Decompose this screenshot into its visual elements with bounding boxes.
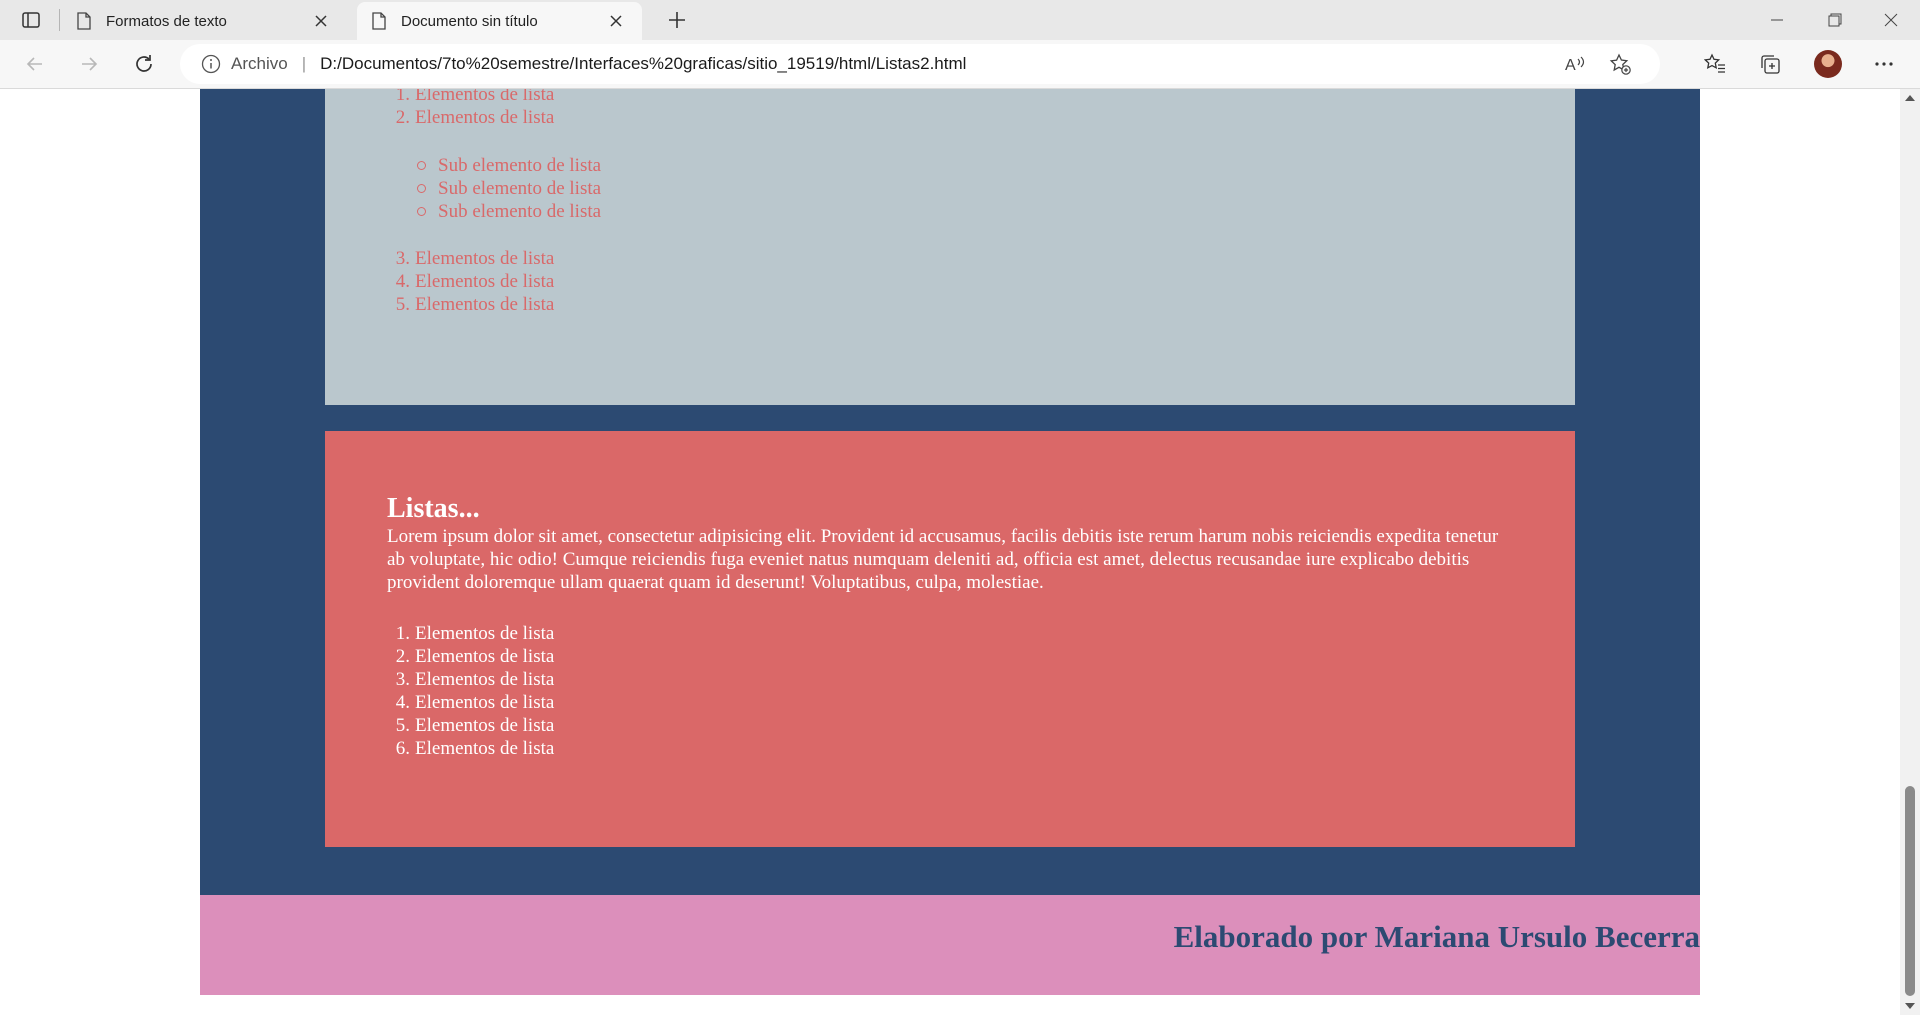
svg-text:A: A: [1565, 57, 1576, 74]
address-divider: |: [301, 54, 307, 73]
info-icon[interactable]: [201, 54, 221, 74]
scrollbar-thumb[interactable]: [1905, 786, 1915, 996]
forward-icon[interactable]: [74, 49, 104, 79]
red-section: Listas... Lorem ipsum dolor sit amet, co…: [325, 431, 1575, 847]
list-item: 5. Elementos de lista: [395, 294, 555, 315]
ordered-list-top: 1. Elementos de lista 2. Elementos de list…: [385, 89, 555, 129]
sub-list-item: Sub elemento de lista: [417, 154, 601, 177]
list-item: 5. Elementos de lista: [395, 715, 555, 736]
collections-icon[interactable]: [1755, 49, 1785, 79]
avatar[interactable]: [1814, 50, 1842, 78]
scroll-down-arrow-icon[interactable]: [1905, 1003, 1915, 1009]
more-icon[interactable]: [1869, 49, 1899, 79]
tab-formatos-de-texto[interactable]: Formatos de texto: [62, 2, 347, 40]
circle-bullet-icon: [417, 161, 426, 170]
sub-list-item: Sub elemento de lista: [417, 177, 601, 200]
ordered-list-bottom: 3. Elementos de lista 4. Elementos de list…: [385, 247, 555, 316]
list-item: 4. Elementos de lista: [395, 271, 555, 292]
ordered-list: 1. Elementos de lista 2. Elementos de list…: [385, 622, 555, 760]
page-icon: [372, 12, 386, 30]
page-viewport: 1. Elementos de lista 2. Elementos de list…: [0, 89, 1900, 1015]
list-item: 1. Elementos de lista: [395, 89, 555, 105]
read-aloud-icon[interactable]: A: [1560, 49, 1590, 79]
address-bar[interactable]: Archivo | D:/Documentos/7to%20semestre/I…: [180, 44, 1660, 84]
plus-icon[interactable]: [664, 8, 690, 32]
list-item: 3. Elementos de lista: [395, 669, 555, 690]
list-item: 4. Elementos de lista: [395, 692, 555, 713]
tab-title: Documento sin título: [401, 12, 538, 30]
close-icon[interactable]: [608, 13, 624, 29]
list-item: 6. Elementos de lista: [395, 738, 555, 759]
browser-toolbar: Archivo | D:/Documentos/7to%20semestre/I…: [0, 40, 1920, 89]
window-close-icon[interactable]: [1862, 0, 1920, 40]
list-item: 2. Elementos de lista: [395, 107, 555, 128]
sub-list: Sub elemento de lista Sub elemento de li…: [417, 154, 601, 223]
gray-section: 1. Elementos de lista 2. Elementos de list…: [325, 89, 1575, 405]
page-icon: [77, 12, 91, 30]
list-item: 2. Elementos de lista: [395, 646, 555, 667]
sub-list-item: Sub elemento de lista: [417, 200, 601, 223]
vertical-scrollbar[interactable]: [1900, 89, 1920, 1015]
main-container: 1. Elementos de lista 2. Elementos de list…: [200, 89, 1700, 895]
list-item: 1. Elementos de lista: [395, 623, 555, 644]
favorites-icon[interactable]: [1700, 49, 1730, 79]
list-item: 3. Elementos de lista: [395, 248, 555, 269]
tab-title: Formatos de texto: [106, 12, 227, 30]
refresh-icon[interactable]: [129, 49, 159, 79]
section-paragraph: Lorem ipsum dolor sit amet, consectetur …: [387, 526, 1499, 593]
back-icon[interactable]: [20, 49, 50, 79]
restore-icon[interactable]: [1806, 0, 1864, 40]
scroll-up-arrow-icon[interactable]: [1905, 95, 1915, 101]
address-scheme-label: Archivo: [231, 54, 288, 73]
tab-actions-icon[interactable]: [17, 8, 45, 32]
circle-bullet-icon: [417, 207, 426, 216]
section-heading: Listas...: [387, 493, 480, 524]
tab-documento-sin-titulo[interactable]: Documento sin título: [357, 2, 642, 40]
footer-credit: Elaborado por Mariana Ursulo Becerra: [1173, 919, 1700, 954]
close-icon[interactable]: [313, 13, 329, 29]
minimize-icon[interactable]: [1748, 0, 1806, 40]
page-footer: Elaborado por Mariana Ursulo Becerra: [200, 895, 1700, 995]
circle-bullet-icon: [417, 184, 426, 193]
address-url[interactable]: D:/Documentos/7to%20semestre/Interfaces%…: [320, 54, 966, 74]
tab-separator: [59, 9, 60, 31]
tab-bar: Formatos de texto Documento sin título: [0, 0, 1920, 40]
add-favorite-icon[interactable]: [1605, 49, 1635, 79]
